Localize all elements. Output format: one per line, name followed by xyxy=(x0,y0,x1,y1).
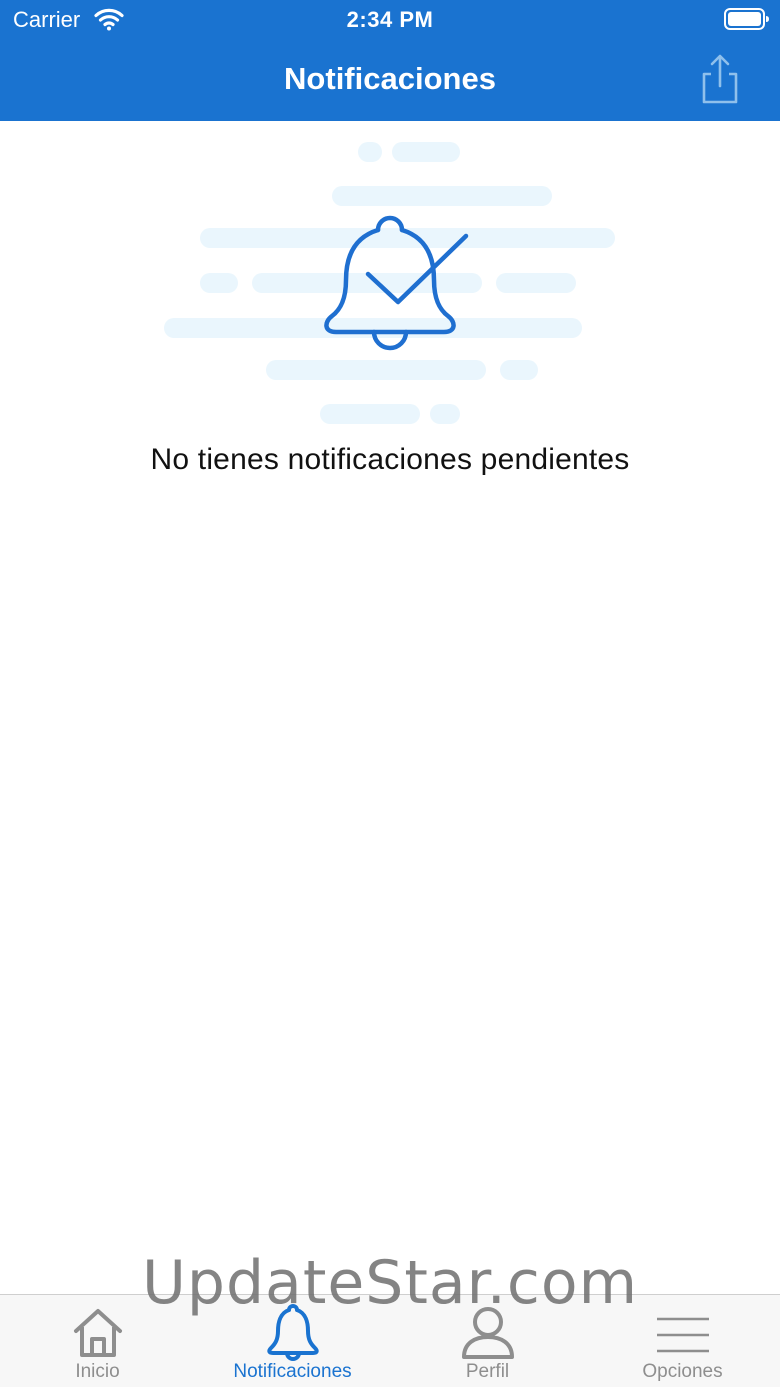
share-icon xyxy=(702,54,738,104)
person-icon xyxy=(458,1301,518,1361)
bell-check-icon xyxy=(164,142,615,424)
empty-state-message: No tienes notificaciones pendientes xyxy=(150,443,630,476)
notifications-screen: Carrier 2:34 PM Notificaciones No tienes… xyxy=(0,0,780,1387)
page-title: Notificaciones xyxy=(284,61,496,96)
tab-notificaciones[interactable]: Notificaciones xyxy=(195,1295,390,1387)
tab-perfil[interactable]: Perfil xyxy=(390,1295,585,1387)
status-time: 2:34 PM xyxy=(346,7,434,32)
menu-icon xyxy=(653,1301,713,1361)
tab-opciones[interactable]: Opciones xyxy=(585,1295,780,1387)
tab-inicio[interactable]: Inicio xyxy=(0,1295,195,1387)
tab-label: Perfil xyxy=(465,1361,510,1382)
empty-state-illustration xyxy=(160,138,620,428)
tab-label: Notificaciones xyxy=(233,1361,352,1382)
battery-icon xyxy=(724,8,770,30)
bell-icon xyxy=(263,1301,323,1361)
home-icon xyxy=(68,1301,128,1361)
top-bar: Carrier 2:34 PM Notificaciones xyxy=(0,0,780,121)
tab-label: Inicio xyxy=(75,1361,120,1382)
tab-bar: Inicio Notificaciones Perfil Opciones xyxy=(0,1294,780,1387)
share-button[interactable] xyxy=(694,52,746,106)
tab-label: Opciones xyxy=(642,1361,723,1382)
